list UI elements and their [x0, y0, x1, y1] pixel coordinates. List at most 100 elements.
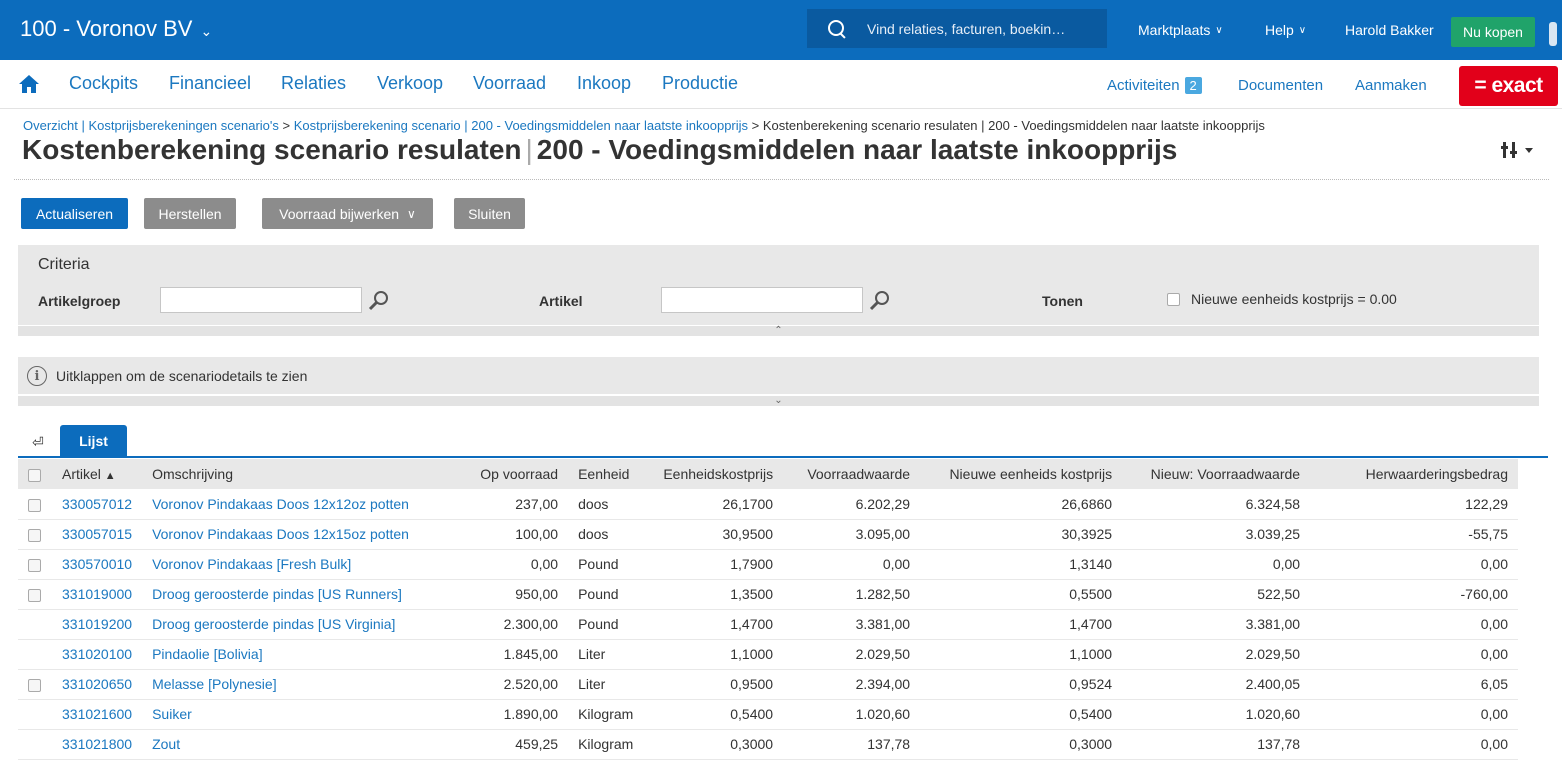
table-row[interactable]: 331020650 Melasse [Polynesie] 2.520,00 Lite… — [18, 669, 1518, 700]
col-nieuw-voorraadwaarde[interactable]: Nieuw: Voorraadwaarde — [1122, 459, 1311, 489]
home-icon[interactable] — [18, 73, 40, 95]
unit-cost-cell: 1,7900 — [652, 549, 784, 580]
nav-relaties[interactable]: Relaties — [281, 73, 346, 94]
nav-financieel[interactable]: Financieel — [169, 73, 251, 94]
user-menu[interactable]: Harold Bakker — [1345, 22, 1434, 38]
item-code-link[interactable]: 331019200 — [52, 609, 143, 640]
item-lookup-icon[interactable] — [869, 290, 891, 312]
update-stock-button[interactable]: Voorraad bijwerken ∨ — [262, 198, 433, 229]
criteria-collapse-bar[interactable]: ⌃ — [18, 326, 1539, 336]
item-input[interactable] — [661, 287, 863, 313]
item-description-link[interactable]: Suiker — [142, 699, 469, 730]
row-select-cell — [18, 729, 52, 760]
user-name: Harold Bakker — [1345, 22, 1434, 38]
column-settings-icon[interactable] — [1500, 138, 1540, 162]
table-row[interactable]: 330057012 Voronov Pindakaas Doos 12x12oz … — [18, 489, 1518, 520]
stock-value-cell: 3.381,00 — [783, 609, 921, 640]
item-description-link[interactable]: Droog geroosterde pindas [US Runners] — [142, 579, 469, 610]
breadcrumb-separator: > — [282, 118, 291, 133]
table-row[interactable]: 331019000 Droog geroosterde pindas [US Ru… — [18, 579, 1518, 610]
table-row[interactable]: 331019200 Droog geroosterde pindas [US Vi… — [18, 609, 1518, 640]
stock-value-cell: 137,78 — [783, 729, 921, 760]
global-search[interactable]: Vind relaties, facturen, boekin… — [807, 9, 1107, 48]
revaluation-cell: 0,00 — [1310, 549, 1518, 580]
item-code-link[interactable]: 330570010 — [52, 549, 143, 580]
item-group-input[interactable] — [160, 287, 362, 313]
tab-list[interactable]: Lijst — [60, 425, 127, 457]
col-op-voorraad[interactable]: Op voorraad — [468, 459, 569, 489]
page-title-main: Kostenberekening scenario resulaten — [22, 134, 522, 165]
row-checkbox[interactable] — [28, 528, 41, 542]
buy-now-button[interactable]: Nu kopen — [1451, 17, 1535, 47]
help-menu[interactable]: Help ∨ — [1265, 22, 1306, 38]
new-stock-value-cell: 522,50 — [1122, 579, 1311, 610]
restore-button[interactable]: Herstellen — [144, 198, 236, 229]
col-eenheidskostprijs[interactable]: Eenheidskostprijs — [652, 459, 784, 489]
col-herwaarderingsbedrag[interactable]: Herwaarderingsbedrag — [1310, 459, 1518, 489]
item-code-link[interactable]: 331019000 — [52, 579, 143, 610]
table-row[interactable]: 331021600 Suiker 1.890,00 Kilogram 0,5400 1.0… — [18, 699, 1518, 730]
table-row[interactable]: 330057015 Voronov Pindakaas Doos 12x15oz … — [18, 519, 1518, 550]
row-checkbox[interactable] — [28, 588, 41, 602]
item-description-link[interactable]: Voronov Pindakaas Doos 12x12oz potten — [142, 489, 469, 520]
table-row[interactable]: 331020100 Pindaolie [Bolivia] 1.845,00 Lite… — [18, 639, 1518, 670]
item-description-link[interactable]: Droog geroosterde pindas [US Virginia] — [142, 609, 469, 640]
breadcrumb-overview-link[interactable]: Overzicht | Kostprijsberekeningen scenar… — [23, 118, 279, 133]
nav-cockpits[interactable]: Cockpits — [69, 73, 138, 94]
col-eenheid[interactable]: Eenheid — [568, 459, 653, 489]
item-group-lookup-icon[interactable] — [368, 290, 390, 312]
refresh-button[interactable]: Actualiseren — [21, 198, 128, 229]
row-checkbox[interactable] — [28, 678, 41, 692]
col-artikel[interactable]: Artikel ▲ — [52, 459, 143, 489]
item-description-link[interactable]: Pindaolie [Bolivia] — [142, 639, 469, 670]
row-checkbox[interactable] — [28, 558, 41, 572]
row-select-cell — [18, 699, 52, 730]
item-code-link[interactable]: 331021800 — [52, 729, 143, 760]
table-row[interactable]: 330570010 Voronov Pindakaas [Fresh Bulk] 0… — [18, 549, 1518, 580]
item-code-link[interactable]: 331021600 — [52, 699, 143, 730]
stock-value-cell: 6.202,29 — [783, 489, 921, 520]
col-nieuwe-eenheids-kostprijs[interactable]: Nieuwe eenheids kostprijs — [920, 459, 1123, 489]
new-stock-value-cell: 3.039,25 — [1122, 519, 1311, 550]
stock-cell: 1.890,00 — [468, 699, 569, 730]
pin-icon[interactable]: ⏎ — [32, 434, 44, 451]
title-separator: | — [525, 134, 533, 165]
breadcrumb-scenario-link[interactable]: Kostprijsberekening scenario | 200 - Voe… — [294, 118, 748, 133]
company-selector[interactable]: 100 - Voronov BV ⌄ — [20, 16, 212, 42]
item-description-link[interactable]: Melasse [Polynesie] — [142, 669, 469, 700]
item-description-link[interactable]: Zout — [142, 729, 469, 760]
table-body: 330057012 Voronov Pindakaas Doos 12x12oz … — [18, 489, 1518, 760]
item-code-link[interactable]: 331020100 — [52, 639, 143, 670]
nav-inkoop[interactable]: Inkoop — [577, 73, 631, 94]
nav-verkoop[interactable]: Verkoop — [377, 73, 443, 94]
item-code-link[interactable]: 330057015 — [52, 519, 143, 550]
scenario-expand-bar[interactable]: ⌄ — [18, 396, 1539, 406]
page-title-sub: 200 - Voedingsmiddelen naar laatste inko… — [536, 134, 1178, 165]
new-unit-cost-zero-checkbox[interactable] — [1167, 293, 1180, 306]
new-stock-value-cell: 6.324,58 — [1122, 489, 1311, 520]
info-text: Uitklappen om de scenariodetails te zien — [56, 368, 308, 384]
nav-voorraad[interactable]: Voorraad — [473, 73, 546, 94]
show-label: Tonen — [1042, 293, 1083, 309]
marketplace-menu[interactable]: Marktplaats ∨ — [1138, 22, 1223, 38]
item-code-link[interactable]: 330057012 — [52, 489, 143, 520]
select-all-checkbox[interactable] — [28, 468, 41, 482]
documents-link[interactable]: Documenten — [1238, 77, 1323, 94]
page-title: Kostenberekening scenario resulaten | 200 … — [22, 134, 1177, 166]
item-code-link[interactable]: 331020650 — [52, 669, 143, 700]
col-voorraadwaarde[interactable]: Voorraadwaarde — [783, 459, 921, 489]
unit-cell: Liter — [568, 639, 653, 670]
col-omschrijving[interactable]: Omschrijving — [142, 459, 469, 489]
item-description-link[interactable]: Voronov Pindakaas Doos 12x15oz potten — [142, 519, 469, 550]
row-checkbox[interactable] — [28, 498, 41, 512]
close-button[interactable]: Sluiten — [454, 198, 525, 229]
create-link[interactable]: Aanmaken — [1355, 77, 1427, 94]
nav-productie[interactable]: Productie — [662, 73, 738, 94]
activities-link[interactable]: Activiteiten 2 — [1107, 77, 1202, 94]
item-description-link[interactable]: Voronov Pindakaas [Fresh Bulk] — [142, 549, 469, 580]
main-navigation: Cockpits Financieel Relaties Verkoop Voo… — [0, 60, 1562, 109]
table-row[interactable]: 331021800 Zout 459,25 Kilogram 0,3000 137,78 0… — [18, 729, 1518, 760]
select-all-cell — [18, 459, 52, 489]
tab-underline — [18, 456, 1548, 458]
search-icon — [827, 19, 847, 39]
